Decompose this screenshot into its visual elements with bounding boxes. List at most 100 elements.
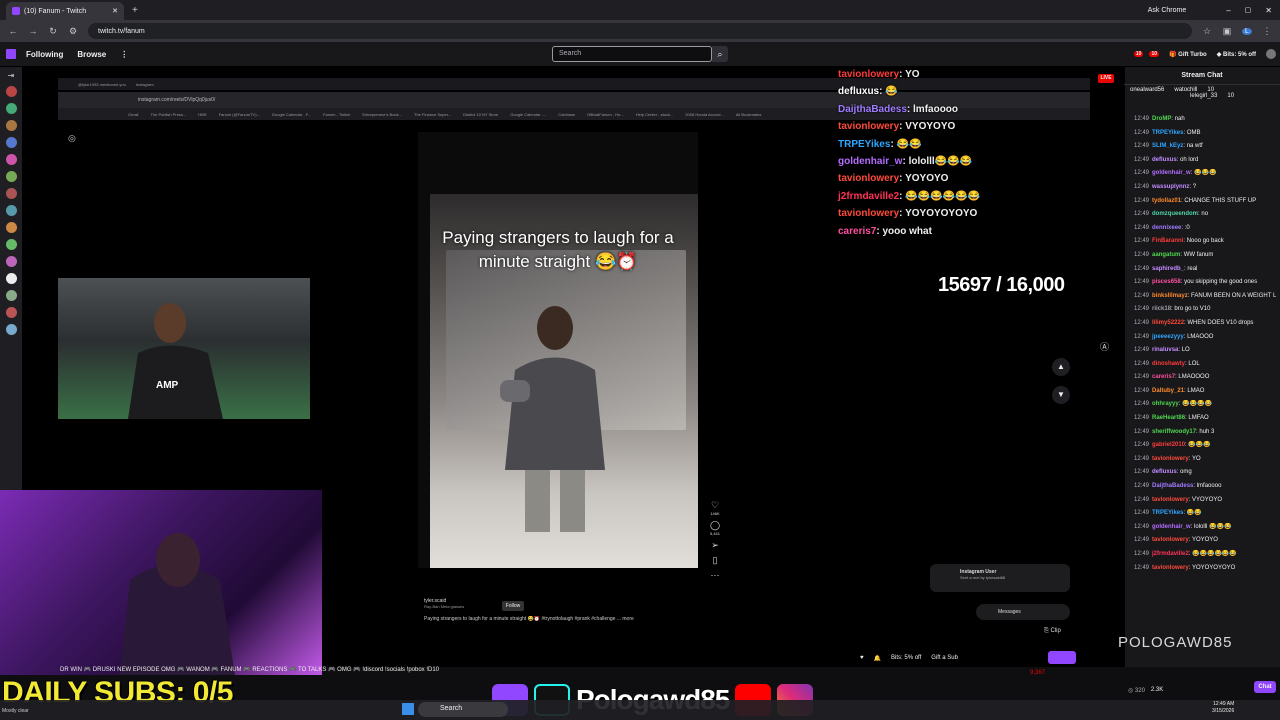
- chat-username[interactable]: riick18: [1152, 306, 1171, 312]
- rail-avatar[interactable]: [5, 171, 17, 182]
- more-icon[interactable]: ⋮: [120, 50, 128, 59]
- chat-username[interactable]: tydollaz01: [1152, 198, 1181, 204]
- maximize-icon[interactable]: ▢: [1245, 6, 1252, 14]
- following-link[interactable]: Following: [26, 50, 63, 59]
- rail-avatar[interactable]: [5, 205, 17, 216]
- chat-username[interactable]: jpeeeezyyy: [1152, 334, 1184, 340]
- menu-icon[interactable]: ⋮: [1262, 26, 1272, 37]
- ask-chrome-button[interactable]: Ask Chrome: [1148, 7, 1187, 14]
- more-options-icon[interactable]: ⋯: [706, 570, 724, 581]
- chat-username[interactable]: goldenhair_w: [1152, 524, 1191, 530]
- chat-username[interactable]: binkslilmayz: [1152, 293, 1188, 299]
- taskbar-search[interactable]: Search: [418, 702, 508, 717]
- messages-button[interactable]: Messages: [976, 604, 1070, 620]
- chat-username[interactable]: aangatum: [1152, 252, 1180, 258]
- chat-username[interactable]: lilimy52222: [1152, 320, 1184, 326]
- twitch-search-input[interactable]: Search: [552, 46, 712, 62]
- bookmark-star-icon[interactable]: ☆: [1202, 26, 1212, 37]
- rail-avatar[interactable]: [5, 290, 17, 301]
- rail-avatar[interactable]: [5, 256, 17, 267]
- share-icon[interactable]: ➢: [706, 540, 724, 551]
- user-avatar[interactable]: [1266, 49, 1276, 59]
- chat-username[interactable]: TRPEYikes: [1152, 510, 1183, 516]
- follow-button[interactable]: Follow: [502, 601, 524, 611]
- chat-username[interactable]: j2frmdaville2: [1152, 551, 1189, 557]
- channel-points-icon[interactable]: ◎ 320: [1128, 687, 1145, 694]
- profile-icon[interactable]: L: [1242, 27, 1252, 35]
- leaderboard-user[interactable]: onealward56: [1130, 87, 1164, 93]
- chat-username[interactable]: wassuplynnz: [1152, 184, 1189, 190]
- rail-avatar[interactable]: [5, 137, 17, 148]
- chat-username[interactable]: sheriffwoody17: [1152, 429, 1196, 435]
- comment-icon[interactable]: ◯: [706, 520, 724, 531]
- browse-link[interactable]: Browse: [77, 50, 106, 59]
- reel-prev-icon[interactable]: ▲: [1052, 358, 1070, 376]
- browser-tab[interactable]: (10) Fanum - Twitch ✕: [6, 2, 124, 20]
- rail-avatar[interactable]: [5, 103, 17, 114]
- chat-username[interactable]: dinoshawty: [1152, 361, 1185, 367]
- forward-icon[interactable]: →: [28, 26, 38, 36]
- extensions-icon[interactable]: ▣: [1222, 26, 1232, 37]
- site-info-icon[interactable]: ⚙: [68, 26, 78, 37]
- twitch-logo-icon[interactable]: [6, 49, 16, 59]
- chat-username[interactable]: tavionlowery: [1152, 537, 1189, 543]
- gift-turbo-button[interactable]: 🎁 Gift Turbo: [1169, 51, 1207, 58]
- rail-avatar[interactable]: [5, 154, 17, 165]
- chat-username[interactable]: rinaluvsa: [1152, 347, 1178, 353]
- bits-button[interactable]: ◆ Bits: 5% off: [1217, 51, 1256, 58]
- chat-username[interactable]: gabriel2010: [1152, 442, 1185, 448]
- chat-username[interactable]: tavionlowery: [1152, 497, 1189, 503]
- close-window-icon[interactable]: ✕: [1265, 6, 1272, 15]
- collapse-rail-icon[interactable]: ⇥: [0, 67, 22, 80]
- leaderboard-user[interactable]: lelegirl_33: [1190, 93, 1217, 99]
- clip-button[interactable]: ⎘ Clip: [1044, 628, 1074, 640]
- reload-icon[interactable]: ↻: [48, 26, 58, 37]
- minimize-icon[interactable]: –: [1226, 6, 1230, 15]
- chat-username[interactable]: DaijthaBadess: [1152, 483, 1193, 489]
- chat-username[interactable]: tavionlowery: [1152, 456, 1189, 462]
- chat-username[interactable]: domzqueendom: [1152, 211, 1198, 217]
- chat-username[interactable]: goldenhair_w: [1152, 170, 1191, 176]
- save-icon[interactable]: ▯: [706, 555, 724, 566]
- chat-username[interactable]: Daltuby_21: [1152, 388, 1184, 394]
- notif-count[interactable]: 10: [1149, 51, 1160, 57]
- back-icon[interactable]: ←: [8, 26, 18, 36]
- chat-username[interactable]: defluxus: [1152, 469, 1177, 475]
- rail-avatar[interactable]: [5, 307, 17, 318]
- weather-widget[interactable]: Mostly clear: [2, 708, 29, 714]
- instagram-notification[interactable]: Instagram User Sent a reel by tylorsaid8…: [930, 564, 1070, 592]
- rail-avatar[interactable]: [5, 222, 17, 233]
- chat-username[interactable]: SLIM_kEyz: [1152, 143, 1183, 149]
- gift-sub-button[interactable]: Gift a Sub: [931, 655, 958, 661]
- chat-username[interactable]: pisces658: [1152, 279, 1181, 285]
- chat-username[interactable]: ohhrayyy: [1152, 401, 1179, 407]
- rail-avatar[interactable]: [5, 188, 17, 199]
- rail-avatar[interactable]: [5, 239, 17, 250]
- search-icon[interactable]: ⌕: [712, 46, 728, 62]
- chat-username[interactable]: dennixeee: [1152, 225, 1181, 231]
- rail-avatar[interactable]: [5, 273, 17, 284]
- chat-username[interactable]: RaeHeart86: [1152, 415, 1185, 421]
- chat-username[interactable]: saphiredb_: [1152, 266, 1184, 272]
- reel-next-icon[interactable]: ▼: [1052, 386, 1070, 404]
- like-icon[interactable]: ♡: [706, 500, 724, 511]
- chat-username[interactable]: tavionlowery: [1152, 565, 1189, 571]
- rail-avatar[interactable]: [5, 324, 17, 335]
- chat-username[interactable]: TRPEYikes: [1152, 130, 1183, 136]
- notify-icon[interactable]: 🔔: [874, 655, 881, 662]
- subscribe-button[interactable]: [1048, 651, 1076, 664]
- url-field[interactable]: twitch.tv/fanum: [88, 23, 1192, 39]
- start-icon[interactable]: [402, 703, 414, 715]
- bits-under-button[interactable]: Bits: 5% off: [891, 655, 921, 661]
- chat-username[interactable]: defluxus: [1152, 157, 1177, 163]
- rail-avatar[interactable]: [5, 120, 17, 131]
- prime-notif-count[interactable]: 10: [1133, 51, 1144, 57]
- heart-icon[interactable]: ♥: [860, 655, 864, 661]
- chat-username[interactable]: careris7: [1152, 374, 1175, 380]
- chat-username[interactable]: DroMP: [1152, 116, 1171, 122]
- new-tab-icon[interactable]: +: [132, 5, 138, 16]
- system-clock[interactable]: 12:49 AM 3/15/2026: [1212, 701, 1234, 715]
- chat-username[interactable]: FinBaranni: [1152, 238, 1183, 244]
- accessibility-icon[interactable]: Ⓐ: [1100, 340, 1114, 370]
- chat-send-button[interactable]: Chat: [1254, 681, 1276, 693]
